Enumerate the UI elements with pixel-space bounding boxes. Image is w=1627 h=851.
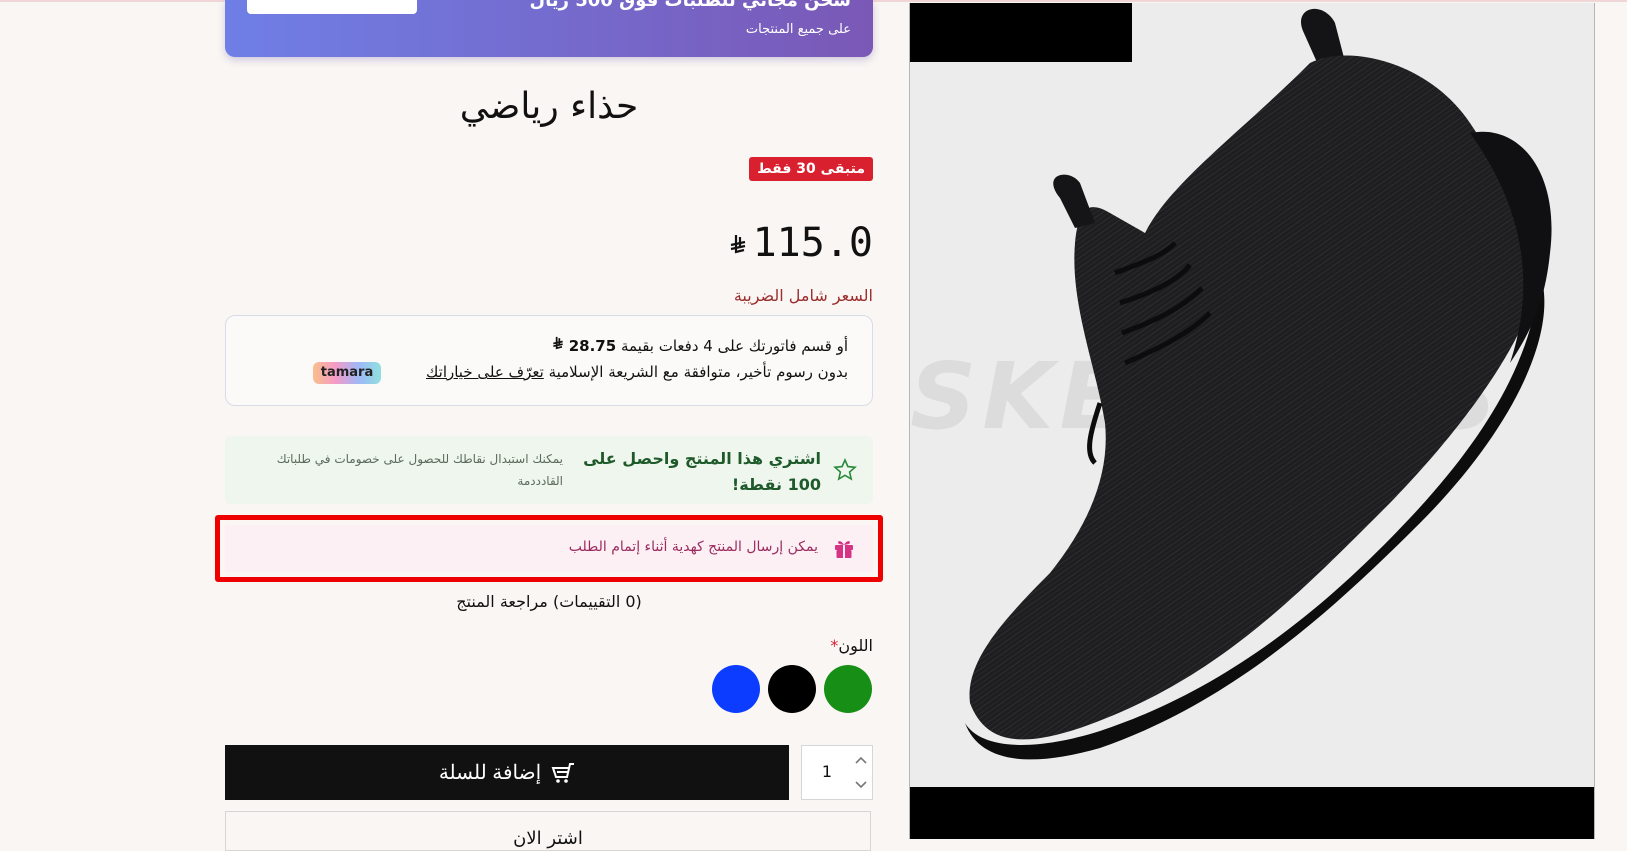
promo-title: شحن مجاني للطلبات فوق 500 ريال xyxy=(529,0,851,11)
riyal-currency-icon xyxy=(729,234,747,262)
product-title: حذاء رياضي xyxy=(459,86,639,127)
quantity-stepper[interactable]: 1 xyxy=(801,745,873,800)
buy-now-button[interactable]: اشتر الان xyxy=(225,811,871,851)
installment-line: أو قسم فاتورتك على 4 دفعات بقيمة 28.75 xyxy=(552,336,848,355)
color-label: اللون* xyxy=(830,636,873,655)
promo-subtitle: على جميع المنتجات xyxy=(745,22,851,37)
gift-text: يمكن إرسال المنتج كهدية أثناء إتمام الطل… xyxy=(568,539,818,555)
loyalty-points-box: اشتري هذا المنتج واحصل على 100 نقطة! يمك… xyxy=(225,436,873,504)
reviews-link[interactable]: (0 التقييمات) مراجعة المنتج xyxy=(225,592,873,611)
color-label-text: اللون xyxy=(838,636,873,655)
color-swatch-black[interactable] xyxy=(768,665,816,713)
add-to-cart-button[interactable]: إضافة للسلة xyxy=(225,745,789,800)
price-value: 115.0 xyxy=(752,220,873,266)
chevron-down-icon[interactable] xyxy=(848,772,874,798)
gift-icon xyxy=(833,537,855,559)
learn-options-link[interactable]: تعرّف على خياراتك xyxy=(426,363,544,381)
chevron-up-icon[interactable] xyxy=(848,747,874,773)
installment-amount: 28.75 xyxy=(568,337,617,355)
points-headline: اشتري هذا المنتج واحصل على 100 نقطة! xyxy=(583,449,821,494)
gift-notice: يمكن إرسال المنتج كهدية أثناء إتمام الطل… xyxy=(225,525,873,572)
image-bottom-bar xyxy=(910,787,1594,839)
tamara-logo: tamara xyxy=(313,362,381,384)
tamara-installments-box: أو قسم فاتورتك على 4 دفعات بقيمة 28.75 ب… xyxy=(225,315,873,406)
points-subtext: يمكنك استبدال نقاطك للحصول على خصومات في… xyxy=(276,452,563,488)
price: 115.0 xyxy=(729,220,873,266)
color-swatch-green[interactable] xyxy=(824,665,872,713)
promo-button[interactable] xyxy=(247,0,417,14)
promo-banner: شحن مجاني للطلبات فوق 500 ريال على جميع … xyxy=(225,0,873,57)
color-swatch-blue[interactable] xyxy=(712,665,760,713)
installment-terms-text: بدون رسوم تأخير، متوافقة مع الشريعة الإس… xyxy=(548,363,848,381)
installment-terms: بدون رسوم تأخير، متوافقة مع الشريعة الإس… xyxy=(426,363,848,381)
installment-text: أو قسم فاتورتك على 4 دفعات بقيمة xyxy=(620,337,848,355)
stock-badge: متبقى 30 فقط xyxy=(749,157,873,181)
product-image[interactable]: SKECHERS xyxy=(909,3,1595,839)
riyal-currency-icon xyxy=(552,336,564,355)
cart-icon xyxy=(551,762,575,783)
add-to-cart-label: إضافة للسلة xyxy=(438,762,542,784)
star-icon xyxy=(833,458,857,482)
sneaker-image xyxy=(965,8,1552,760)
tax-note: السعر شامل الضريبة xyxy=(733,286,873,305)
quantity-value[interactable]: 1 xyxy=(812,762,842,781)
